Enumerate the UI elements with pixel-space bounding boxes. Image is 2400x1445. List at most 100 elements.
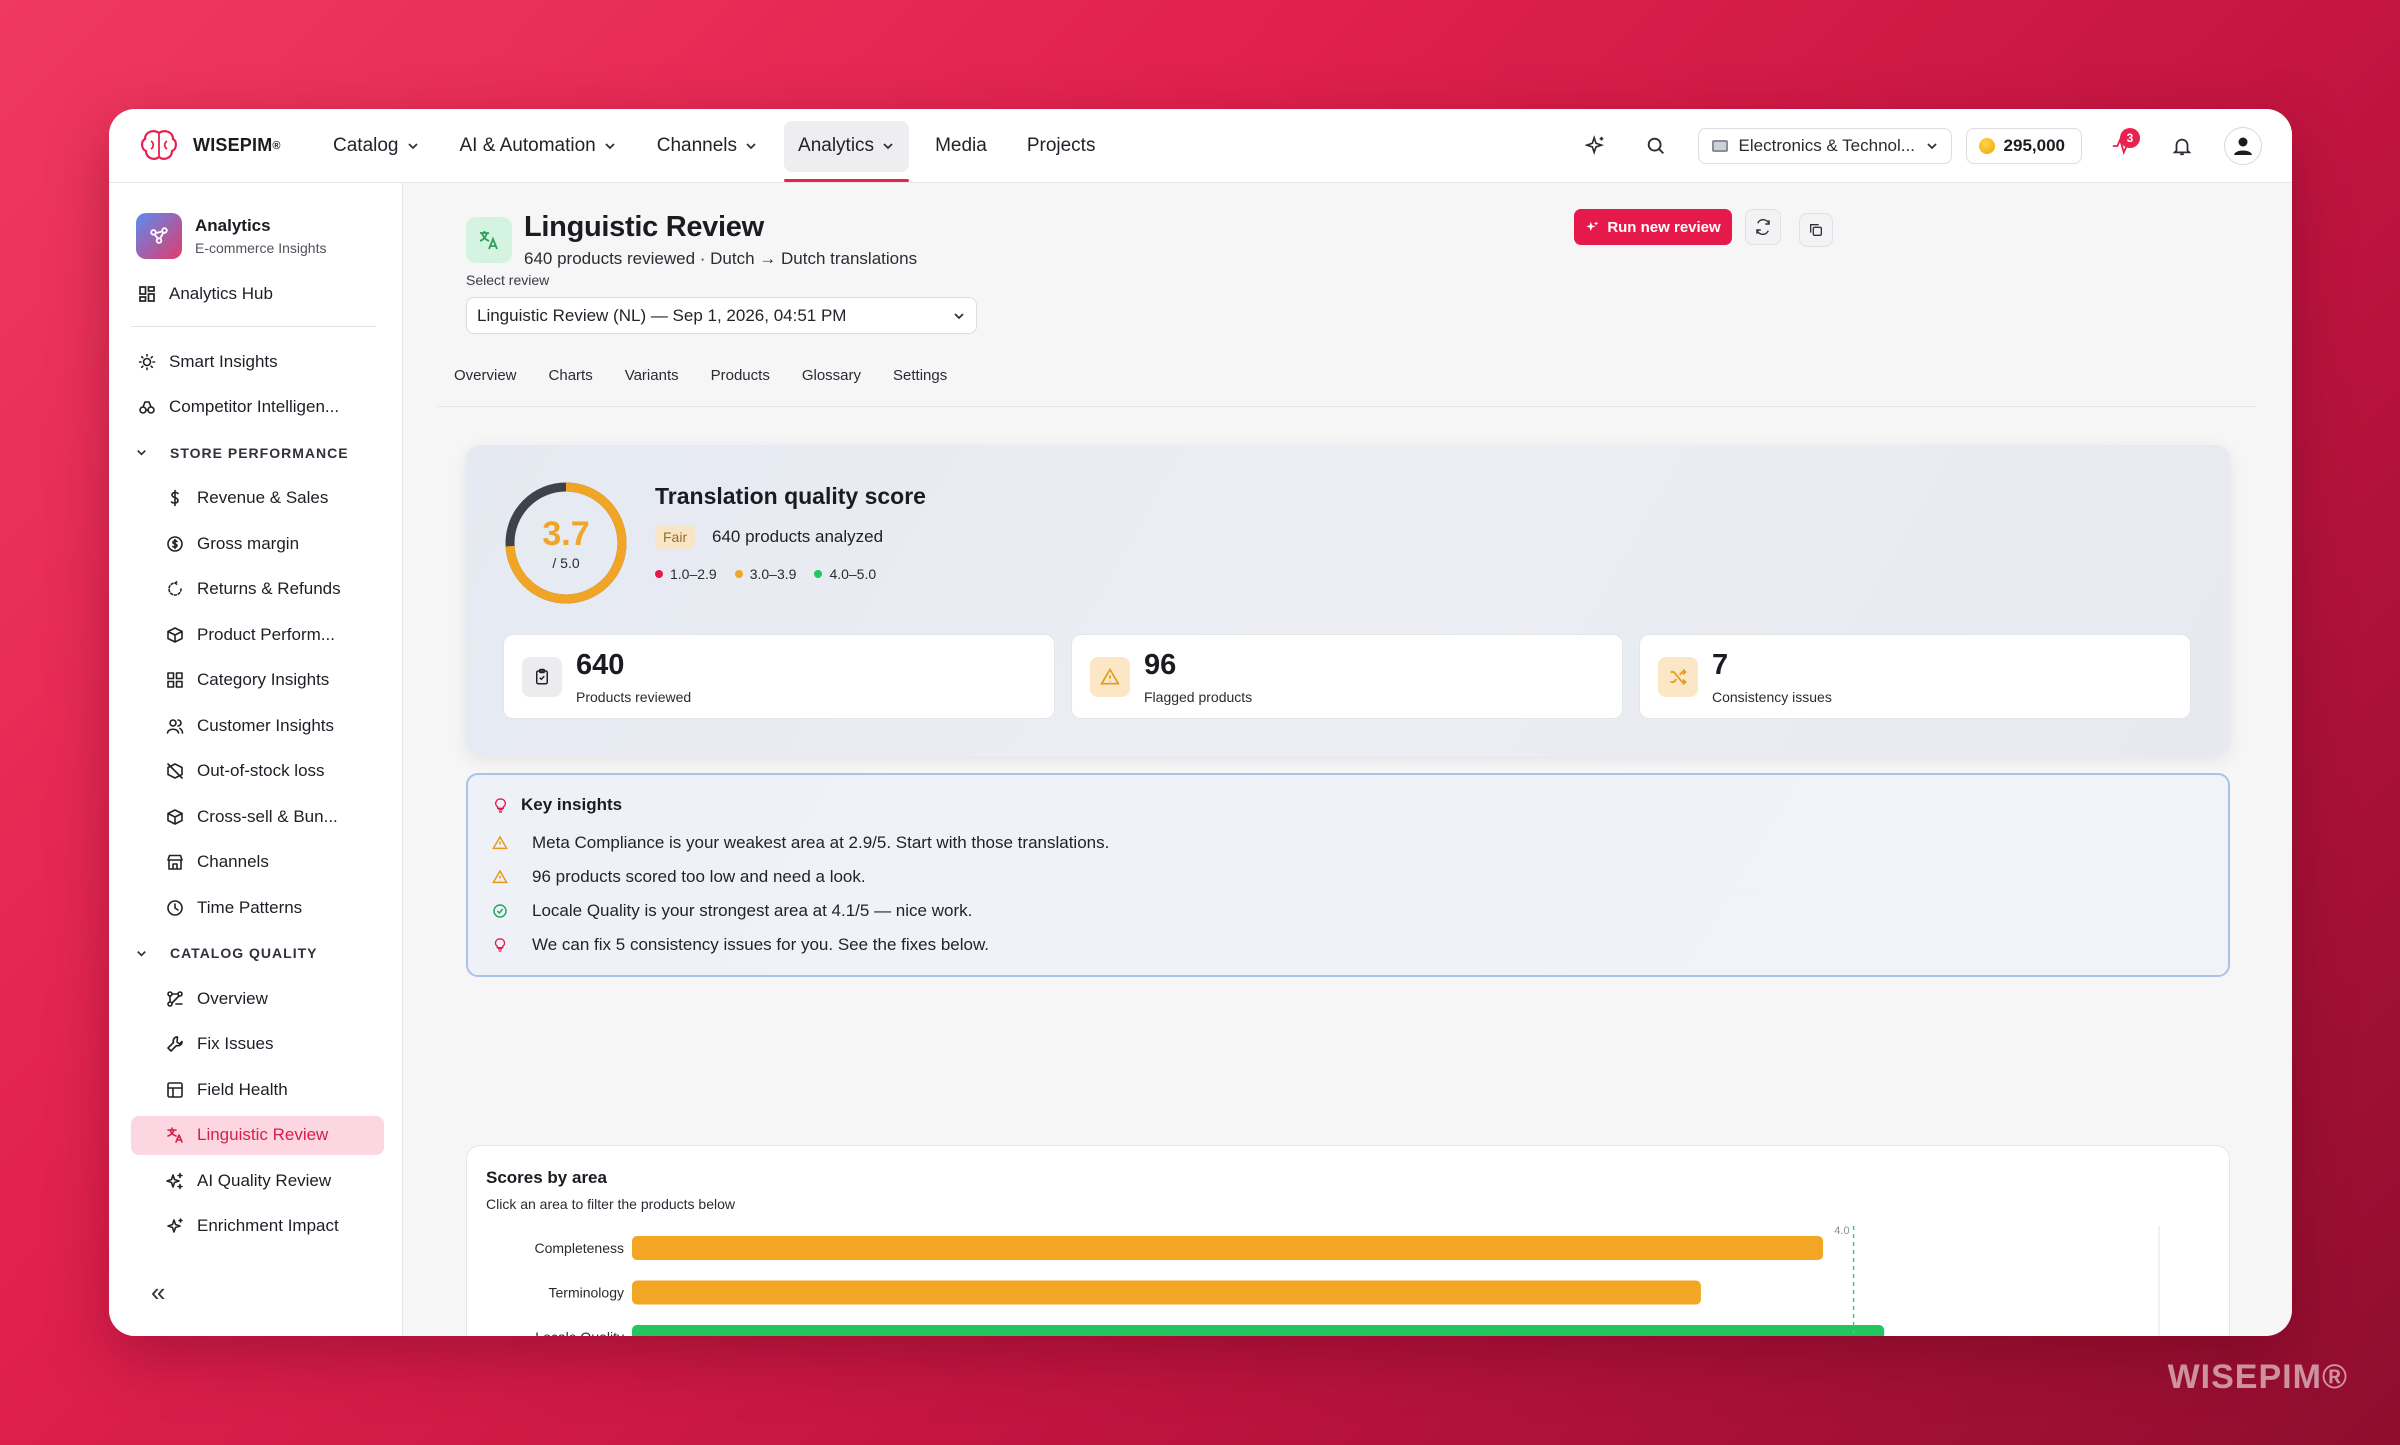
sidebar-item-competitor-intelligen[interactable]: Competitor Intelligen...: [109, 385, 402, 431]
sidebar-item-label: Cross-sell & Bun...: [197, 806, 338, 826]
sidebar-item-revenue-sales[interactable]: Revenue & Sales: [109, 476, 402, 522]
stat-label: Products reviewed: [576, 689, 692, 705]
copy-button[interactable]: [1799, 213, 1833, 247]
enrichment-impact-icon: [165, 1216, 185, 1236]
sparkle-icon: [1584, 134, 1604, 155]
sidebar-item-label: Out-of-stock loss: [197, 761, 325, 781]
sidebar-item-label: Revenue & Sales: [197, 488, 329, 508]
sidebar-item-returns-refunds[interactable]: Returns & Refunds: [109, 567, 402, 613]
sidebar-item-analytics-hub[interactable]: Analytics Hub: [109, 271, 402, 317]
stat-value: 96: [1144, 649, 1177, 681]
sidebar-item-channels[interactable]: Channels: [109, 840, 402, 886]
copy-icon: [1810, 224, 1822, 236]
coin-icon: [1978, 137, 1995, 154]
section-store-performance[interactable]: STORE PERFORMANCE: [109, 430, 402, 476]
analytics-app-icon: [136, 213, 182, 259]
notifications-button[interactable]: [2162, 126, 2202, 166]
competitor-intelligen-icon: [137, 397, 157, 417]
sidebar-item-enrichment-impact[interactable]: Enrichment Impact: [109, 1204, 402, 1250]
quality-score-card: 3.7 / 5.0 Translation quality score Fair…: [466, 445, 2230, 756]
sidebar-item-label: Category Insights: [197, 670, 330, 690]
field-health-icon: [165, 1080, 185, 1100]
selected-review: Linguistic Review (NL) — Sep 1, 2026, 04…: [477, 305, 847, 325]
category-label: Locale Quality: [535, 1329, 624, 1336]
bar-terminology[interactable]: [632, 1280, 1701, 1305]
sidebar-item-customer-insights[interactable]: Customer Insights: [109, 703, 402, 749]
refresh-button[interactable]: [1745, 209, 1781, 245]
nav-item-catalog[interactable]: Catalog: [319, 109, 434, 182]
ai-quality-review-icon: [165, 1171, 185, 1191]
channels-icon: [165, 852, 185, 872]
sidebar-item-cross-sell-bun[interactable]: Cross-sell & Bun...: [109, 794, 402, 840]
sidebar-item-label: Competitor Intelligen...: [169, 397, 340, 417]
sidebar-item-label: Customer Insights: [197, 715, 334, 735]
sidebar-item-time-patterns[interactable]: Time Patterns: [109, 885, 402, 931]
tab-variants[interactable]: Variants: [610, 363, 694, 406]
section-catalog-quality[interactable]: CATALOG QUALITY: [109, 931, 402, 977]
legend-label: 4.0–5.0: [829, 566, 877, 582]
section-label: CATALOG QUALITY: [170, 945, 318, 962]
nav-item-channels[interactable]: Channels: [643, 109, 772, 182]
brand[interactable]: WISEPIM®: [139, 129, 319, 163]
sidebar-item-linguistic-review[interactable]: Linguistic Review: [109, 1113, 402, 1159]
nav-item-media[interactable]: Media: [921, 109, 1001, 182]
sidebar-item-category-insights[interactable]: Category Insights: [109, 658, 402, 704]
insight-item: Meta Compliance is your weakest area at …: [492, 833, 1109, 853]
score-max: / 5.0: [552, 555, 580, 571]
sidebar-item-out-of-stock-loss[interactable]: Out-of-stock loss: [109, 749, 402, 795]
legend-item: 3.0–3.9: [734, 566, 796, 582]
tab-products[interactable]: Products: [696, 363, 785, 406]
nav-item-label: Analytics: [798, 134, 875, 156]
sidebar-item-label: Smart Insights: [169, 351, 278, 371]
nav-item-projects[interactable]: Projects: [1013, 109, 1110, 182]
sparkle-icon: [1586, 221, 1599, 232]
tab-charts[interactable]: Charts: [534, 363, 608, 406]
revenue-sales-icon: [165, 488, 185, 508]
gross-margin-icon: [165, 534, 185, 554]
tab-settings[interactable]: Settings: [878, 363, 962, 406]
sidebar-divider: [131, 325, 376, 327]
ai-sparkle-button[interactable]: [1576, 126, 1616, 166]
review-selector[interactable]: Linguistic Review (NL) — Sep 1, 2026, 04…: [466, 297, 977, 334]
sidebar-item-label: Enrichment Impact: [197, 1216, 339, 1236]
rating-badge: Fair: [655, 525, 696, 549]
page-subtitle: 640 products reviewed · Dutch → Dutch tr…: [524, 249, 918, 268]
bar-locale-quality[interactable]: [632, 1325, 1885, 1336]
sidebar-item-field-health[interactable]: Field Health: [109, 1067, 402, 1113]
bar-completeness[interactable]: [632, 1236, 1824, 1260]
sidebar-item-fix-issues[interactable]: Fix Issues: [109, 1022, 402, 1068]
nav-item-ai-automation[interactable]: AI & Automation: [446, 109, 631, 182]
sidebar-title: Analytics: [195, 216, 271, 235]
credits-balance[interactable]: 295,000: [1965, 127, 2082, 164]
reference-line-label: 4.0: [1834, 1226, 1849, 1237]
store-selector[interactable]: Electronics & Technol...: [1697, 127, 1952, 164]
notification-badge: 3: [2120, 127, 2140, 148]
clipboard-icon: [522, 657, 562, 697]
user-avatar[interactable]: [2224, 126, 2262, 165]
tab-overview[interactable]: Overview: [439, 363, 532, 406]
bulb-icon: [495, 797, 506, 813]
sidebar-item-overview[interactable]: Overview: [109, 976, 402, 1022]
stat-value: 640: [576, 649, 625, 681]
sidebar-item-label: Time Patterns: [197, 897, 303, 917]
collapse-sidebar-button[interactable]: «: [151, 1277, 165, 1308]
sidebar-item-smart-insights[interactable]: Smart Insights: [109, 339, 402, 385]
nav-item-label: Channels: [656, 134, 738, 156]
sidebar-item-product-perform[interactable]: Product Perform...: [109, 612, 402, 658]
sidebar-item-gross-margin[interactable]: Gross margin: [109, 521, 402, 567]
activity-button[interactable]: 3: [2102, 126, 2142, 166]
stat-card-consistency-issues: 7 Consistency issues: [1639, 634, 2191, 719]
run-new-review-button[interactable]: Run new review: [1574, 209, 1732, 245]
customer-insights-icon: [165, 716, 185, 736]
tab-glossary[interactable]: Glossary: [787, 363, 876, 406]
sidebar-subtitle: E-commerce Insights: [195, 240, 327, 256]
chart-title: Scores by area: [486, 1168, 607, 1187]
brand-name: WISEPIM®: [193, 135, 281, 155]
insight-text: We can fix 5 consistency issues for you.…: [532, 935, 990, 954]
search-button[interactable]: [1636, 126, 1676, 166]
chevron-down-icon: [137, 950, 146, 957]
sidebar-item-label: Analytics Hub: [169, 283, 273, 303]
refresh-icon: [1756, 218, 1770, 236]
nav-item-analytics[interactable]: Analytics: [784, 109, 910, 182]
sidebar-item-ai-quality-review[interactable]: AI Quality Review: [109, 1158, 402, 1204]
